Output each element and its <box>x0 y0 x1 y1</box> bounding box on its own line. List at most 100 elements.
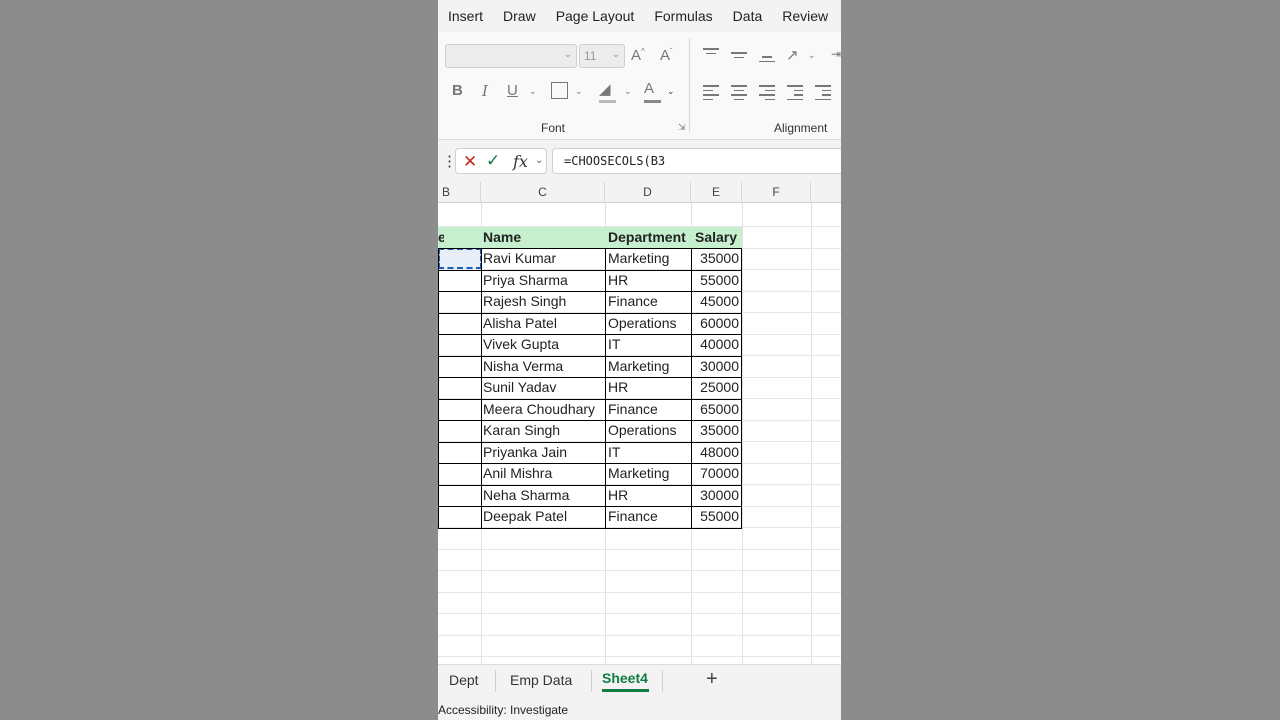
salary-cell[interactable]: 48000 <box>693 442 739 463</box>
name-cell[interactable]: Karan Singh <box>483 420 603 441</box>
decrease-font-size-button[interactable]: Aˇ <box>660 47 673 64</box>
chevron-down-icon[interactable]: ⌄ <box>808 50 816 61</box>
orientation-icon[interactable]: ↗ <box>786 46 799 64</box>
chevron-down-icon[interactable]: ⌄ <box>535 155 543 166</box>
formula-input[interactable]: =CHOOSECOLS(B3 <box>552 148 841 174</box>
salary-cell[interactable]: 55000 <box>693 506 739 527</box>
department-cell[interactable]: Marketing <box>608 356 690 377</box>
name-cell[interactable]: Vivek Gupta <box>483 334 603 355</box>
increase-indent-icon[interactable] <box>815 85 831 103</box>
align-left-icon[interactable] <box>703 85 719 103</box>
fill-color-icon[interactable]: ◢ <box>599 80 616 103</box>
name-cell[interactable]: Priya Sharma <box>483 270 603 291</box>
align-top-icon[interactable] <box>703 48 719 57</box>
align-right-icon[interactable] <box>759 85 775 103</box>
salary-cell[interactable]: 35000 <box>693 248 739 269</box>
copy-selection-marquee <box>438 248 482 269</box>
tab-data[interactable]: Data <box>723 8 773 24</box>
column-headers: B C D E F <box>438 182 841 203</box>
department-cell[interactable]: Finance <box>608 291 690 312</box>
department-cell[interactable]: IT <box>608 442 690 463</box>
department-cell[interactable]: IT <box>608 334 690 355</box>
status-bar-accessibility[interactable]: Accessibility: Investigate <box>438 697 841 720</box>
name-cell[interactable]: Meera Choudhary <box>483 399 603 420</box>
column-header-c[interactable]: C <box>481 182 605 203</box>
wrap-text-icon[interactable]: ⇥ <box>831 47 841 61</box>
department-cell[interactable]: Operations <box>608 420 690 441</box>
tab-page-layout[interactable]: Page Layout <box>546 8 645 24</box>
table-border <box>438 334 742 335</box>
salary-cell[interactable]: 70000 <box>693 463 739 484</box>
formula-actions: ✕ ✓ fx ⌄ <box>455 148 547 174</box>
department-cell[interactable]: Operations <box>608 313 690 334</box>
ribbon-group-divider <box>689 38 690 132</box>
name-cell[interactable]: Rajesh Singh <box>483 291 603 312</box>
column-header-e[interactable]: E <box>691 182 742 203</box>
salary-cell[interactable]: 40000 <box>693 334 739 355</box>
header-name[interactable]: Name <box>483 227 603 248</box>
department-cell[interactable]: Marketing <box>608 248 690 269</box>
name-cell[interactable]: Neha Sharma <box>483 485 603 506</box>
department-cell[interactable]: Marketing <box>608 463 690 484</box>
chevron-down-icon[interactable]: ⌄ <box>575 86 583 97</box>
salary-cell[interactable]: 60000 <box>693 313 739 334</box>
font-name-dropdown[interactable]: ⌄ <box>445 44 577 68</box>
sheet-tab-emp-data[interactable]: Emp Data <box>510 672 572 688</box>
department-cell[interactable]: Finance <box>608 506 690 527</box>
chevron-down-icon[interactable]: ⌄ <box>529 86 537 97</box>
italic-button[interactable]: I <box>482 82 488 100</box>
name-cell[interactable]: Priyanka Jain <box>483 442 603 463</box>
salary-cell[interactable]: 30000 <box>693 485 739 506</box>
sheet-tab-dept[interactable]: Dept <box>449 672 479 688</box>
name-cell[interactable]: Anil Mishra <box>483 463 603 484</box>
font-color-icon[interactable]: A <box>644 80 661 103</box>
salary-cell[interactable]: 45000 <box>693 291 739 312</box>
increase-font-size-button[interactable]: A^ <box>631 47 645 64</box>
align-bottom-icon[interactable] <box>759 56 775 65</box>
table-border <box>438 527 742 529</box>
tab-draw[interactable]: Draw <box>493 8 546 24</box>
table-border <box>438 248 439 528</box>
font-size-dropdown[interactable]: 11 ⌄ <box>579 44 625 68</box>
bold-button[interactable]: B <box>452 82 463 99</box>
column-header-b[interactable]: B <box>438 182 481 203</box>
department-cell[interactable]: HR <box>608 485 690 506</box>
align-middle-icon[interactable] <box>731 52 747 61</box>
salary-cell[interactable]: 30000 <box>693 356 739 377</box>
chevron-down-icon[interactable]: ⌄ <box>667 86 675 97</box>
name-cell[interactable]: Deepak Patel <box>483 506 603 527</box>
sheet-tab-sheet4[interactable]: Sheet4 <box>602 670 648 686</box>
decrease-indent-icon[interactable] <box>787 85 803 103</box>
header-salary[interactable]: Salary <box>695 227 740 248</box>
name-cell[interactable]: Alisha Patel <box>483 313 603 334</box>
tab-review[interactable]: Review <box>772 8 838 24</box>
enter-check-icon[interactable]: ✓ <box>486 151 500 171</box>
salary-cell[interactable]: 35000 <box>693 420 739 441</box>
borders-icon[interactable] <box>551 82 568 99</box>
cut-header-cell[interactable]: e <box>438 227 444 248</box>
salary-cell[interactable]: 65000 <box>693 399 739 420</box>
salary-cell[interactable]: 25000 <box>693 377 739 398</box>
name-cell[interactable]: Ravi Kumar <box>483 248 603 269</box>
department-cell[interactable]: HR <box>608 377 690 398</box>
department-cell[interactable]: Finance <box>608 399 690 420</box>
column-header-f[interactable]: F <box>742 182 811 203</box>
salary-cell[interactable]: 55000 <box>693 270 739 291</box>
align-center-icon[interactable] <box>731 85 747 103</box>
tab-insert[interactable]: Insert <box>438 8 493 24</box>
table-border <box>438 269 742 271</box>
underline-button[interactable]: U <box>507 82 518 99</box>
tab-formulas[interactable]: Formulas <box>644 8 722 24</box>
column-header-d[interactable]: D <box>605 182 691 203</box>
header-department[interactable]: Department <box>608 227 690 248</box>
add-sheet-button[interactable]: + <box>706 668 718 691</box>
department-cell[interactable]: HR <box>608 270 690 291</box>
cancel-icon[interactable]: ✕ <box>463 152 477 172</box>
worksheet-grid[interactable]: B C D E F e Name Department Salary Ravi … <box>438 182 841 664</box>
chevron-down-icon[interactable]: ⌄ <box>624 86 632 97</box>
name-cell[interactable]: Nisha Verma <box>483 356 603 377</box>
table-border <box>438 420 742 421</box>
font-dialog-launcher-icon[interactable]: ⇲ <box>678 122 686 133</box>
insert-function-button[interactable]: fx <box>513 152 528 171</box>
name-cell[interactable]: Sunil Yadav <box>483 377 603 398</box>
